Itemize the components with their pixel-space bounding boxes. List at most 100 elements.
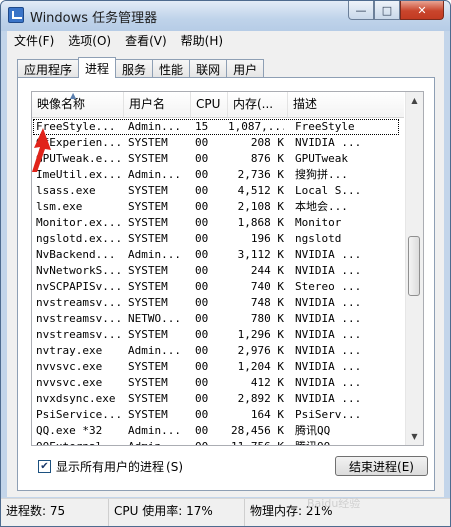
scroll-up-icon[interactable]: ▲ <box>406 92 423 109</box>
cell-memory: 244 K <box>250 264 284 277</box>
close-button[interactable]: ✕ <box>400 1 444 20</box>
minimize-button[interactable]: — <box>348 1 374 20</box>
cell-description: 本地会... <box>295 200 348 213</box>
scroll-thumb[interactable] <box>408 236 420 296</box>
cell-image-name: QQExternal... <box>36 439 122 445</box>
cell-image-name: nvvsvc.exe <box>36 360 103 373</box>
cell-image-name: nvxdsync.exe <box>36 392 116 405</box>
table-row[interactable]: nvxdsync.exe SYSTEM 00 2,892 K NVIDIA ... <box>32 391 404 407</box>
column-image-name[interactable]: ▲ 映像名称 <box>32 92 124 117</box>
table-row[interactable]: NvBackend... Admin... 00 3,112 K NVIDIA ... <box>32 247 404 263</box>
show-all-users-checkbox[interactable]: ✔ <box>38 460 51 473</box>
cell-username: SYSTEM <box>128 136 168 149</box>
maximize-button[interactable]: □ <box>374 1 400 20</box>
cell-memory: 2,892 K <box>237 392 284 405</box>
task-manager-icon <box>8 7 24 23</box>
cell-description: NVIDIA ... <box>295 136 362 149</box>
table-row[interactable]: nvvsvc.exe SYSTEM 00 412 K NVIDIA ... <box>32 375 404 391</box>
cell-memory: 412 K <box>250 376 284 389</box>
menu-help[interactable]: 帮助(H) <box>174 32 230 49</box>
table-row[interactable]: nvstreamsv... SYSTEM 00 748 K NVIDIA ... <box>32 295 404 311</box>
cell-description: NVIDIA ... <box>295 264 362 277</box>
cell-memory: 2,736 K <box>237 168 284 181</box>
cell-username: Admin... <box>128 168 181 181</box>
status-bar: 进程数: 75 CPU 使用率: 17% 物理内存: 21% <box>1 498 450 526</box>
table-row[interactable]: lsass.exe SYSTEM 00 4,512 K Local S... <box>32 183 404 199</box>
task-manager-window: Windows 任务管理器 — □ ✕ 文件(F) 选项(O) 查看(V) 帮助… <box>0 0 451 527</box>
cell-memory: 3,112 K <box>237 248 284 261</box>
title-bar[interactable]: Windows 任务管理器 — □ ✕ <box>1 1 450 31</box>
cell-memory: 2,108 K <box>237 200 284 213</box>
table-row[interactable]: QQ.exe *32 Admin... 00 28,456 K 腾讯QQ <box>32 423 404 439</box>
tab-performance[interactable]: 性能 <box>152 59 191 78</box>
cell-image-name: Monitor.ex... <box>36 216 122 229</box>
vertical-scrollbar[interactable]: ▲ ▼ <box>405 92 423 445</box>
tab-applications[interactable]: 应用程序 <box>17 59 80 78</box>
cell-description: Local S... <box>295 184 362 197</box>
table-row[interactable]: GPUTweak.e... SYSTEM 00 876 K GPUTweak <box>32 151 404 167</box>
cell-image-name: NvNetworkS... <box>36 264 122 277</box>
column-description[interactable]: 描述 <box>288 92 404 117</box>
cell-username: NETWO... <box>128 312 181 325</box>
tab-users[interactable]: 用户 <box>226 59 265 78</box>
table-row[interactable]: QQExternal... Admin... 0011,756 K 腾讯QQ <box>32 439 404 445</box>
table-row[interactable]: PsiService... SYSTEM 00 164 K PsiServ... <box>32 407 404 423</box>
tab-networking[interactable]: 联网 <box>189 59 228 78</box>
cell-cpu: 00 <box>195 312 209 325</box>
cell-username: Admin... <box>128 424 181 437</box>
table-row[interactable]: nvtray.exe Admin... 00 2,976 K NVIDIA ... <box>32 343 404 359</box>
cell-description: NVIDIA ... <box>295 360 362 373</box>
cell-username: SYSTEM <box>128 184 168 197</box>
cell-description: PsiServ... <box>295 408 362 421</box>
tab-strip: 应用程序 进程 服务 性能 联网 用户 <box>17 57 265 78</box>
table-row[interactable]: nvvsvc.exe SYSTEM 00 1,204 K NVIDIA ... <box>32 359 404 375</box>
scroll-down-icon[interactable]: ▼ <box>406 428 423 445</box>
tab-processes[interactable]: 进程 <box>78 57 117 78</box>
table-row[interactable]: ngslotd.ex... SYSTEM 00 196 K ngslotd <box>32 231 404 247</box>
menu-view[interactable]: 查看(V) <box>118 32 174 49</box>
table-row[interactable]: NvNetworkS... SYSTEM 00 244 K NVIDIA ... <box>32 263 404 279</box>
table-row[interactable]: nvstreamsv... NETWO... 00 780 K NVIDIA ... <box>32 311 404 327</box>
process-list[interactable]: ▲ 映像名称 用户名 CPU 内存(... 描述 FreeStyle... Adm… <box>31 91 424 446</box>
cell-description: NVIDIA ... <box>295 376 362 389</box>
cell-username: SYSTEM <box>128 232 168 245</box>
cell-memory: 28,456 K <box>231 424 284 437</box>
cell-username: Admin... <box>128 344 181 357</box>
list-header: ▲ 映像名称 用户名 CPU 内存(... 描述 <box>32 92 404 118</box>
cell-cpu: 00 <box>195 424 209 437</box>
cell-cpu: 00 <box>195 408 209 421</box>
table-row[interactable]: GfExperien... SYSTEM 00 208 K NVIDIA ... <box>32 135 404 151</box>
cell-image-name: nvtray.exe <box>36 344 103 357</box>
tab-services[interactable]: 服务 <box>115 59 154 78</box>
cell-cpu: 00 <box>195 264 209 277</box>
cell-image-name: nvstreamsv... <box>36 328 122 341</box>
menu-file[interactable]: 文件(F) <box>7 32 61 49</box>
column-username[interactable]: 用户名 <box>124 92 191 117</box>
cell-username: SYSTEM <box>128 216 168 229</box>
cell-memory: 1,087,... <box>228 120 284 133</box>
column-memory[interactable]: 内存(... <box>228 92 288 117</box>
table-row[interactable]: nvSCPAPISv... SYSTEM 00 740 K Stereo ... <box>32 279 404 295</box>
cell-memory: 748 K <box>250 296 284 309</box>
cell-memory: 780 K <box>250 312 284 325</box>
end-process-button[interactable]: 结束进程(E) <box>335 456 428 476</box>
cell-cpu: 00 <box>195 200 209 213</box>
menu-options[interactable]: 选项(O) <box>61 32 118 49</box>
show-all-users-option[interactable]: ✔ 显示所有用户的进程 (S) <box>38 458 183 475</box>
table-row[interactable]: ImeUtil.ex... Admin... 00 2,736 K 搜狗拼... <box>32 167 404 183</box>
cell-cpu: 00 <box>195 439 225 445</box>
table-row[interactable]: FreeStyle... Admin... 15 1,087,... FreeStyle <box>33 119 399 135</box>
cell-username: SYSTEM <box>128 376 168 389</box>
cell-memory: 876 K <box>250 152 284 165</box>
show-all-users-label: 显示所有用户的进程 <box>56 460 165 474</box>
table-row[interactable]: nvstreamsv... SYSTEM 00 1,296 K NVIDIA ... <box>32 327 404 343</box>
cell-username: Admin... <box>128 439 190 445</box>
column-cpu[interactable]: CPU <box>191 92 228 117</box>
cell-image-name: lsm.exe <box>36 200 83 213</box>
table-row[interactable]: Monitor.ex... SYSTEM 00 1,868 K Monitor <box>32 215 404 231</box>
cell-cpu: 00 <box>195 152 209 165</box>
table-row[interactable]: lsm.exe SYSTEM 00 2,108 K 本地会... <box>32 199 404 215</box>
status-process-count: 进程数: 75 <box>1 499 109 526</box>
cell-image-name: lsass.exe <box>36 184 96 197</box>
cell-cpu: 15 <box>195 120 209 133</box>
